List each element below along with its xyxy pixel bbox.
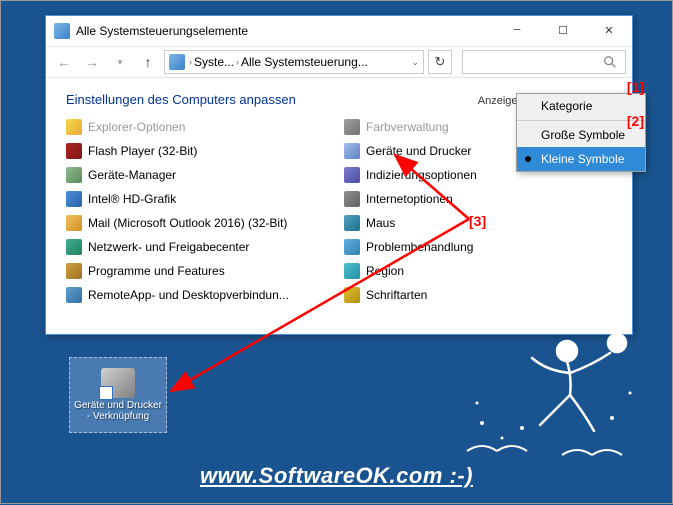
control-panel-item[interactable]: Problembehandlung (344, 237, 612, 257)
item-icon (344, 119, 360, 135)
item-icon (66, 191, 82, 207)
breadcrumb-icon (169, 54, 185, 70)
devices-printers-icon (101, 368, 135, 398)
item-icon (66, 239, 82, 255)
decorative-doodle (462, 323, 642, 463)
dropdown-item[interactable]: Kategorie (517, 94, 645, 118)
item-icon (344, 263, 360, 279)
breadcrumb-part[interactable]: Syste... (194, 55, 234, 69)
item-label: Indizierungsoptionen (366, 168, 477, 182)
bullet-icon (525, 156, 531, 162)
item-label: Schriftarten (366, 288, 427, 302)
footer-url: www.SoftwareOK.com :-) (200, 463, 473, 489)
item-icon (66, 287, 82, 303)
back-button[interactable]: ← (52, 50, 76, 74)
window-buttons: ─ ☐ ✕ (494, 16, 632, 46)
item-icon (66, 119, 82, 135)
chevron-right-icon: › (189, 57, 192, 67)
control-panel-item[interactable]: Intel® HD-Grafik (66, 189, 334, 209)
window-title: Alle Systemsteuerungselemente (76, 24, 494, 38)
dropdown-item[interactable]: Kleine Symbole (517, 147, 645, 171)
item-icon (66, 215, 82, 231)
item-label: Maus (366, 216, 395, 230)
item-label: Flash Player (32-Bit) (88, 144, 197, 158)
control-panel-item[interactable]: RemoteApp- und Desktopverbindun... (66, 285, 334, 305)
dropdown-item-label: Kategorie (541, 99, 592, 113)
control-panel-item[interactable]: Internetoptionen (344, 189, 612, 209)
desktop-shortcut[interactable]: Geräte und Drucker - Verknüpfung (69, 357, 167, 433)
control-panel-item[interactable]: Flash Player (32-Bit) (66, 141, 334, 161)
view-by-dropdown-menu: Kategorie Große Symbole Kleine Symbole (516, 93, 646, 172)
forward-button[interactable]: → (80, 50, 104, 74)
control-panel-icon (54, 23, 70, 39)
control-panel-item[interactable]: Region (344, 261, 612, 281)
chevron-down-icon[interactable]: ⌄ (411, 57, 419, 68)
dropdown-item[interactable]: Große Symbole (517, 123, 645, 147)
dropdown-item-label: Große Symbole (541, 128, 625, 142)
item-label: Intel® HD-Grafik (88, 192, 176, 206)
content-title: Einstellungen des Computers anpassen (66, 92, 296, 107)
maximize-button[interactable]: ☐ (540, 16, 586, 46)
refresh-button[interactable]: ↻ (428, 50, 452, 74)
search-icon (603, 55, 617, 69)
annotation-1: [1] (627, 79, 644, 95)
control-panel-item[interactable]: Geräte-Manager (66, 165, 334, 185)
item-icon (344, 215, 360, 231)
item-icon (344, 287, 360, 303)
item-label: Internetoptionen (366, 192, 453, 206)
item-label: RemoteApp- und Desktopverbindun... (88, 288, 289, 302)
control-panel-item[interactable]: Programme und Features (66, 261, 334, 281)
annotation-2: [2] (627, 113, 644, 129)
chevron-right-icon: › (236, 57, 239, 67)
annotation-3: [3] (469, 213, 486, 229)
breadcrumb[interactable]: › Syste... › Alle Systemsteuerung... ⌄ (164, 50, 424, 74)
item-label: Farbverwaltung (366, 120, 449, 134)
item-icon (344, 239, 360, 255)
item-label: Geräte-Manager (88, 168, 176, 182)
item-label: Problembehandlung (366, 240, 473, 254)
item-icon (344, 191, 360, 207)
control-panel-window: Alle Systemsteuerungselemente ─ ☐ ✕ ← → … (45, 15, 633, 335)
item-icon (66, 167, 82, 183)
item-label: Region (366, 264, 404, 278)
recent-button[interactable]: ▾ (108, 50, 132, 74)
control-panel-item[interactable]: Explorer-Optionen (66, 117, 334, 137)
item-label: Geräte und Drucker (366, 144, 471, 158)
control-panel-item[interactable]: Schriftarten (344, 285, 612, 305)
item-label: Netzwerk- und Freigabecenter (88, 240, 249, 254)
item-label: Programme und Features (88, 264, 225, 278)
breadcrumb-part[interactable]: Alle Systemsteuerung... (241, 55, 368, 69)
up-button[interactable]: ↑ (136, 50, 160, 74)
control-panel-item[interactable]: Netzwerk- und Freigabecenter (66, 237, 334, 257)
item-icon (344, 143, 360, 159)
minimize-button[interactable]: ─ (494, 16, 540, 46)
navigation-bar: ← → ▾ ↑ › Syste... › Alle Systemsteuerun… (46, 46, 632, 78)
shortcut-label: Geräte und Drucker - Verknüpfung (74, 400, 162, 423)
dropdown-item-label: Kleine Symbole (541, 152, 624, 166)
control-panel-item[interactable]: Mail (Microsoft Outlook 2016) (32-Bit) (66, 213, 334, 233)
item-label: Explorer-Optionen (88, 120, 185, 134)
item-label: Mail (Microsoft Outlook 2016) (32-Bit) (88, 216, 287, 230)
view-by-label: Anzeige: (478, 95, 521, 107)
item-icon (66, 143, 82, 159)
item-icon (66, 263, 82, 279)
titlebar: Alle Systemsteuerungselemente ─ ☐ ✕ (46, 16, 632, 46)
close-button[interactable]: ✕ (586, 16, 632, 46)
search-input[interactable] (462, 50, 626, 74)
item-icon (344, 167, 360, 183)
